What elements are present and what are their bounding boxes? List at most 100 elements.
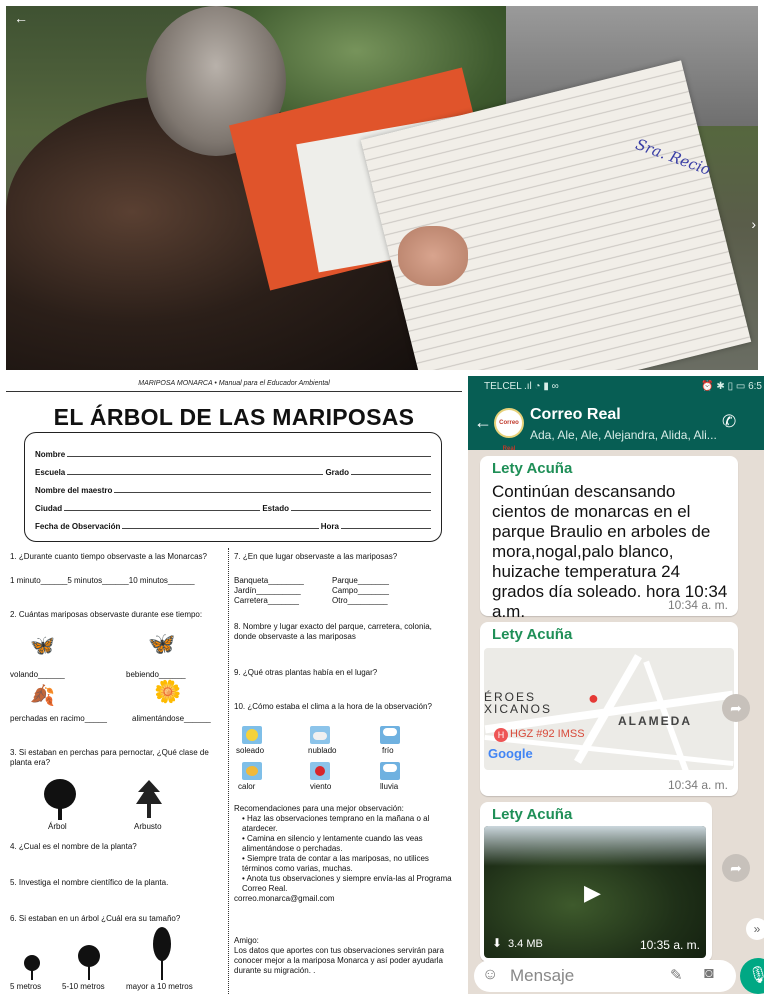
label-5-10-metros: 5-10 metros: [62, 982, 105, 991]
location-bubble[interactable]: Lety Acuña ÉROES XICANOS ALAMEDA H HGZ #…: [480, 622, 738, 796]
manual-title: EL ÁRBOL DE LAS MARIPOSAS: [53, 404, 415, 430]
butterflies-flying-icon: 🦋: [30, 635, 55, 657]
butterflies-cluster-icon: 🍂: [30, 685, 55, 707]
amigo-text: Los datos que aportes con tus observacio…: [234, 946, 444, 975]
option-otro: Otro_________: [332, 596, 388, 605]
forward-icon[interactable]: ➦: [722, 854, 750, 882]
carrier-label: TELCEL: [484, 381, 522, 392]
label-5-metros: 5 metros: [10, 982, 42, 991]
message-bubble[interactable]: Lety Acuña Continúan descansando cientos…: [480, 456, 738, 621]
question-5: 5. Investiga el nombre científico de la …: [10, 878, 169, 887]
form-label: Fecha de Observación: [35, 522, 121, 531]
question-6: 6. Si estaban en un árbol ¿Cuál era su t…: [10, 914, 181, 923]
map-preview[interactable]: ÉROES XICANOS ALAMEDA H HGZ #92 IMSS Goo…: [484, 648, 734, 770]
label-calor: calor: [238, 782, 256, 791]
play-icon[interactable]: ▶: [584, 880, 601, 906]
label-arbol: Árbol: [48, 822, 67, 831]
question-8: 8. Nombre y lugar exacto del parque, car…: [234, 622, 432, 641]
whatsapp-screen: TELCEL .ıl ◔ ▮ ∞ ⏰ ✱ ▯ ▭ 6:5 ← Correo Re…: [468, 376, 764, 994]
butterfly-drinking-icon: 🦋: [148, 631, 176, 656]
small-tree-icon: [24, 955, 40, 980]
question-1-options: 1 minuto______5 minutos______10 minutos_…: [10, 576, 195, 585]
message-input-bar[interactable]: ☺ Mensaje ✎ ◙: [474, 960, 736, 992]
video-size: 3.4 MB: [508, 938, 543, 950]
group-avatar[interactable]: Correo Real: [494, 408, 524, 452]
emoji-icon[interactable]: ☺: [482, 966, 498, 984]
map-label: XICANOS: [484, 702, 553, 716]
form-label: Nombre del maestro: [35, 486, 113, 495]
tree-icon: [44, 779, 76, 820]
header-rule: [6, 391, 462, 392]
location-pin-icon: ●: [588, 688, 599, 708]
rain-icon: [380, 762, 400, 780]
amigo-label: Amigo:: [234, 936, 259, 945]
message-time: 10:34 a. m.: [667, 778, 728, 792]
signal-icon: .ıl ◔ ▮ ∞: [524, 381, 559, 392]
form-label: Grado: [325, 468, 349, 477]
cloudy-icon: [310, 726, 330, 744]
hot-icon: [242, 762, 262, 780]
option-jardin: Jardín__________: [234, 586, 301, 595]
question-4: 4. ¿Cual es el nombre de la planta?: [10, 842, 137, 851]
forward-icon[interactable]: ➦: [722, 694, 750, 722]
back-arrow-icon[interactable]: ←: [14, 10, 28, 26]
photo-frame: Sra. Recio ← ›: [6, 6, 758, 370]
tall-tree-icon: [153, 927, 171, 980]
status-bar: TELCEL .ıl ◔ ▮ ∞ ⏰ ✱ ▯ ▭ 6:5: [468, 376, 764, 398]
label-nublado: nublado: [308, 746, 337, 755]
add-call-icon[interactable]: ✆: [722, 412, 736, 432]
video-time: 10:35 a. m.: [639, 938, 700, 952]
windy-icon: [310, 762, 330, 780]
medium-tree-icon: [78, 945, 100, 980]
sunny-icon: [242, 726, 262, 744]
video-thumbnail[interactable]: ▶ ⬇ 3.4 MB 10:35 a. m.: [484, 826, 706, 958]
recommendation-2: • Camina en silencio y lentamente cuando…: [242, 834, 423, 853]
message-sender: Lety Acuña: [492, 460, 573, 477]
label-perchadas: perchadas en racimo_____: [10, 714, 107, 723]
question-3: 3. Si estaban en perchas para pernoctar,…: [10, 748, 209, 767]
map-label: ALAMEDA: [618, 714, 692, 728]
hospital-marker-icon: H: [494, 728, 508, 742]
mic-icon[interactable]: 🎙: [740, 958, 764, 994]
form-box: Nombre Escuela Grado Nombre del maestro …: [24, 432, 442, 542]
butterfly-feeding-icon: 🌼: [154, 679, 182, 704]
attach-icon[interactable]: ✎: [670, 966, 683, 984]
question-9: 9. ¿Qué otras plantas había en el lugar?: [234, 668, 378, 677]
form-label: Escuela: [35, 468, 66, 477]
recommendation-4: • Anota tus observaciones y siempre enví…: [242, 874, 452, 893]
group-members[interactable]: Ada, Ale, Ale, Alejandra, Alida, Ali...: [530, 428, 717, 442]
google-logo: Google: [488, 746, 533, 761]
form-label: Hora: [320, 522, 339, 531]
option-campo: Campo_______: [332, 586, 389, 595]
label-lluvia: lluvia: [380, 782, 399, 791]
question-1: 1. ¿Durante cuanto tiempo observaste a l…: [10, 552, 207, 561]
hand: [398, 226, 468, 286]
label-alimentandose: alimentándose______: [132, 714, 211, 723]
chevron-right-icon[interactable]: ›: [751, 216, 756, 232]
message-time: 10:34 a. m.: [667, 598, 728, 612]
chat-name[interactable]: Correo Real: [530, 406, 621, 424]
contact-email: correo.monarca@gmail.com: [234, 894, 335, 903]
question-7: 7. ¿En que lugar observaste a las maripo…: [234, 552, 398, 561]
camera-icon[interactable]: ◙: [704, 965, 714, 983]
chat-header: ← Correo Real Correo Real Ada, Ale, Ale,…: [468, 398, 764, 452]
video-bubble[interactable]: Lety Acuña ▶ ⬇ 3.4 MB 10:35 a. m.: [480, 802, 712, 962]
recommendation-3: • Siempre trata de contar a las mariposa…: [242, 854, 429, 873]
message-sender: Lety Acuña: [492, 806, 573, 823]
download-icon[interactable]: ⬇: [492, 936, 502, 950]
message-input[interactable]: Mensaje: [510, 966, 574, 986]
label-viento: viento: [310, 782, 332, 791]
option-banqueta: Banqueta________: [234, 576, 304, 585]
form-label: Nombre: [35, 450, 66, 459]
question-2: 2. Cuántas mariposas observaste durante …: [10, 610, 203, 619]
label-soleado: soleado: [236, 746, 265, 755]
label-mayor-10-metros: mayor a 10 metros: [126, 982, 193, 991]
cold-icon: [380, 726, 400, 744]
form-row-ciudad: Ciudad Estado: [35, 501, 433, 513]
shrub-icon: [136, 780, 162, 818]
manual-header: MARIPOSA MONARCA • Manual para el Educad…: [138, 380, 330, 387]
label-frio: frío: [382, 746, 394, 755]
form-label: Estado: [262, 504, 289, 513]
scroll-down-icon[interactable]: »: [746, 918, 764, 940]
back-arrow-icon[interactable]: ←: [474, 412, 492, 433]
